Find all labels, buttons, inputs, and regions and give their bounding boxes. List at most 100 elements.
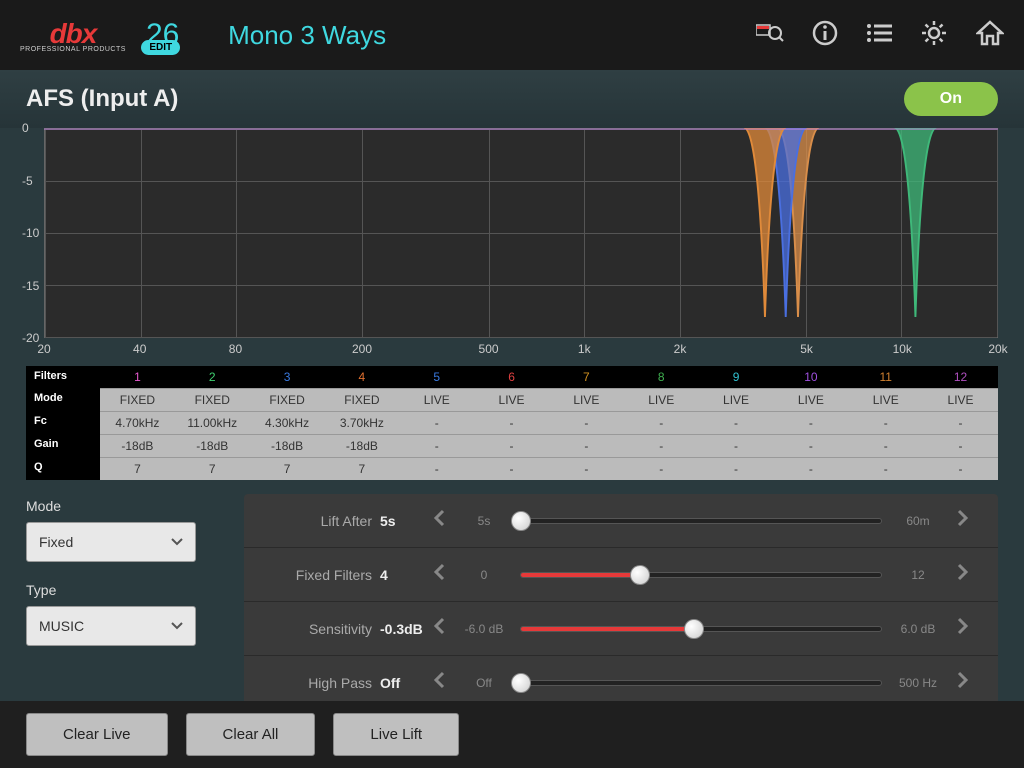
table-cell: LIVE bbox=[848, 388, 923, 411]
slider-thumb[interactable] bbox=[511, 673, 531, 693]
chevron-right-icon[interactable] bbox=[946, 616, 980, 641]
slider-max: 60m bbox=[890, 514, 946, 528]
table-cell: 3.70kHz bbox=[324, 411, 399, 434]
slider-label: Sensitivity bbox=[262, 621, 372, 637]
x-axis-label: 10k bbox=[893, 342, 912, 356]
table-cell: FIXED bbox=[324, 388, 399, 411]
brand-tagline: PROFESSIONAL PRODUCTS bbox=[20, 46, 126, 53]
slider-row: Sensitivity -0.3dB -6.0 dB 6.0 dB bbox=[244, 602, 998, 656]
table-cell: 7 bbox=[324, 457, 399, 480]
slider-value: Off bbox=[372, 675, 422, 691]
table-cell: 3 bbox=[250, 366, 325, 388]
table-cell: 11 bbox=[848, 366, 923, 388]
x-axis-label: 5k bbox=[800, 342, 813, 356]
table-cell: -18dB bbox=[250, 434, 325, 457]
slider-label: Fixed Filters bbox=[262, 567, 372, 583]
table-cell: 7 bbox=[100, 457, 175, 480]
slider-track[interactable] bbox=[520, 518, 882, 524]
mode-label: Mode bbox=[26, 498, 226, 514]
power-button[interactable]: On bbox=[904, 82, 998, 116]
slider-track[interactable] bbox=[520, 572, 882, 578]
x-axis-label: 200 bbox=[352, 342, 372, 356]
table-row-label: Mode bbox=[26, 388, 100, 411]
brand-logo: dbx PROFESSIONAL PRODUCTS bbox=[20, 18, 126, 53]
slider-label: High Pass bbox=[262, 675, 372, 691]
table-cell: - bbox=[624, 411, 699, 434]
chevron-down-icon bbox=[171, 617, 183, 635]
slider-panel: Lift After 5s 5s 60m Fixed Filters 4 0 1… bbox=[244, 494, 998, 709]
mode-dropdown[interactable]: Fixed bbox=[26, 522, 196, 562]
table-cell: 2 bbox=[175, 366, 250, 388]
chevron-right-icon[interactable] bbox=[946, 562, 980, 587]
chevron-right-icon[interactable] bbox=[946, 670, 980, 695]
type-dropdown[interactable]: MUSIC bbox=[26, 606, 196, 646]
list-icon[interactable] bbox=[866, 22, 892, 49]
table-cell: 4 bbox=[324, 366, 399, 388]
table-cell: 1 bbox=[100, 366, 175, 388]
table-cell: - bbox=[549, 434, 624, 457]
chart-area: 0-5-10-15-20 2040802005001k2k5k10k20k bbox=[0, 128, 1024, 358]
clear-live-button[interactable]: Clear Live bbox=[26, 713, 168, 756]
table-cell: - bbox=[549, 457, 624, 480]
x-axis-label: 2k bbox=[674, 342, 687, 356]
table-row-label: Fc bbox=[26, 411, 100, 434]
table-cell: LIVE bbox=[624, 388, 699, 411]
x-axis-label: 80 bbox=[229, 342, 242, 356]
slider-track[interactable] bbox=[520, 680, 882, 686]
table-cell: LIVE bbox=[699, 388, 774, 411]
table-cell: - bbox=[624, 434, 699, 457]
table-cell: - bbox=[399, 434, 474, 457]
slider-min: -6.0 dB bbox=[456, 622, 512, 636]
table-cell: 7 bbox=[250, 457, 325, 480]
table-cell: - bbox=[474, 411, 549, 434]
x-axis-label: 20 bbox=[37, 342, 50, 356]
table-row-label: Q bbox=[26, 457, 100, 480]
chevron-left-icon[interactable] bbox=[422, 508, 456, 533]
slider-row: Lift After 5s 5s 60m bbox=[244, 494, 998, 548]
table-cell: 11.00kHz bbox=[175, 411, 250, 434]
table-cell: 4.70kHz bbox=[100, 411, 175, 434]
table-cell: - bbox=[773, 411, 848, 434]
x-axis-label: 40 bbox=[133, 342, 146, 356]
slider-thumb[interactable] bbox=[511, 511, 531, 531]
table-cell: -18dB bbox=[100, 434, 175, 457]
chevron-left-icon[interactable] bbox=[422, 670, 456, 695]
slider-thumb[interactable] bbox=[684, 619, 704, 639]
table-row-label: Filters bbox=[26, 366, 100, 388]
x-axis-label: 500 bbox=[479, 342, 499, 356]
table-cell: 8 bbox=[624, 366, 699, 388]
home-icon[interactable] bbox=[976, 20, 1004, 51]
slider-max: 12 bbox=[890, 568, 946, 582]
chevron-right-icon[interactable] bbox=[946, 508, 980, 533]
table-cell: - bbox=[624, 457, 699, 480]
table-cell: - bbox=[699, 411, 774, 434]
table-cell: LIVE bbox=[474, 388, 549, 411]
wizard-icon[interactable] bbox=[756, 23, 784, 48]
filter-table: Filters123456789101112ModeFIXEDFIXEDFIXE… bbox=[26, 366, 998, 480]
table-cell: -18dB bbox=[175, 434, 250, 457]
slider-max: 500 Hz bbox=[890, 676, 946, 690]
slider-min: 5s bbox=[456, 514, 512, 528]
table-cell: - bbox=[923, 457, 998, 480]
x-axis-label: 20k bbox=[988, 342, 1007, 356]
slider-thumb[interactable] bbox=[630, 565, 650, 585]
slider-track[interactable] bbox=[520, 626, 882, 632]
clear-all-button[interactable]: Clear All bbox=[186, 713, 316, 756]
chevron-left-icon[interactable] bbox=[422, 562, 456, 587]
live-lift-button[interactable]: Live Lift bbox=[333, 713, 459, 756]
table-cell: 10 bbox=[773, 366, 848, 388]
preset-name: Mono 3 Ways bbox=[228, 20, 386, 51]
table-cell: LIVE bbox=[773, 388, 848, 411]
info-icon[interactable] bbox=[812, 20, 838, 51]
y-axis-label: -5 bbox=[22, 174, 33, 188]
table-cell: - bbox=[923, 434, 998, 457]
table-cell: 9 bbox=[699, 366, 774, 388]
table-cell: LIVE bbox=[549, 388, 624, 411]
chevron-left-icon[interactable] bbox=[422, 616, 456, 641]
app-header: dbx PROFESSIONAL PRODUCTS 26 EDIT Mono 3… bbox=[0, 0, 1024, 70]
type-value: MUSIC bbox=[39, 618, 84, 634]
table-cell: LIVE bbox=[399, 388, 474, 411]
table-cell: 12 bbox=[923, 366, 998, 388]
footer: Clear Live Clear All Live Lift bbox=[0, 701, 1024, 768]
gear-icon[interactable] bbox=[920, 19, 948, 52]
